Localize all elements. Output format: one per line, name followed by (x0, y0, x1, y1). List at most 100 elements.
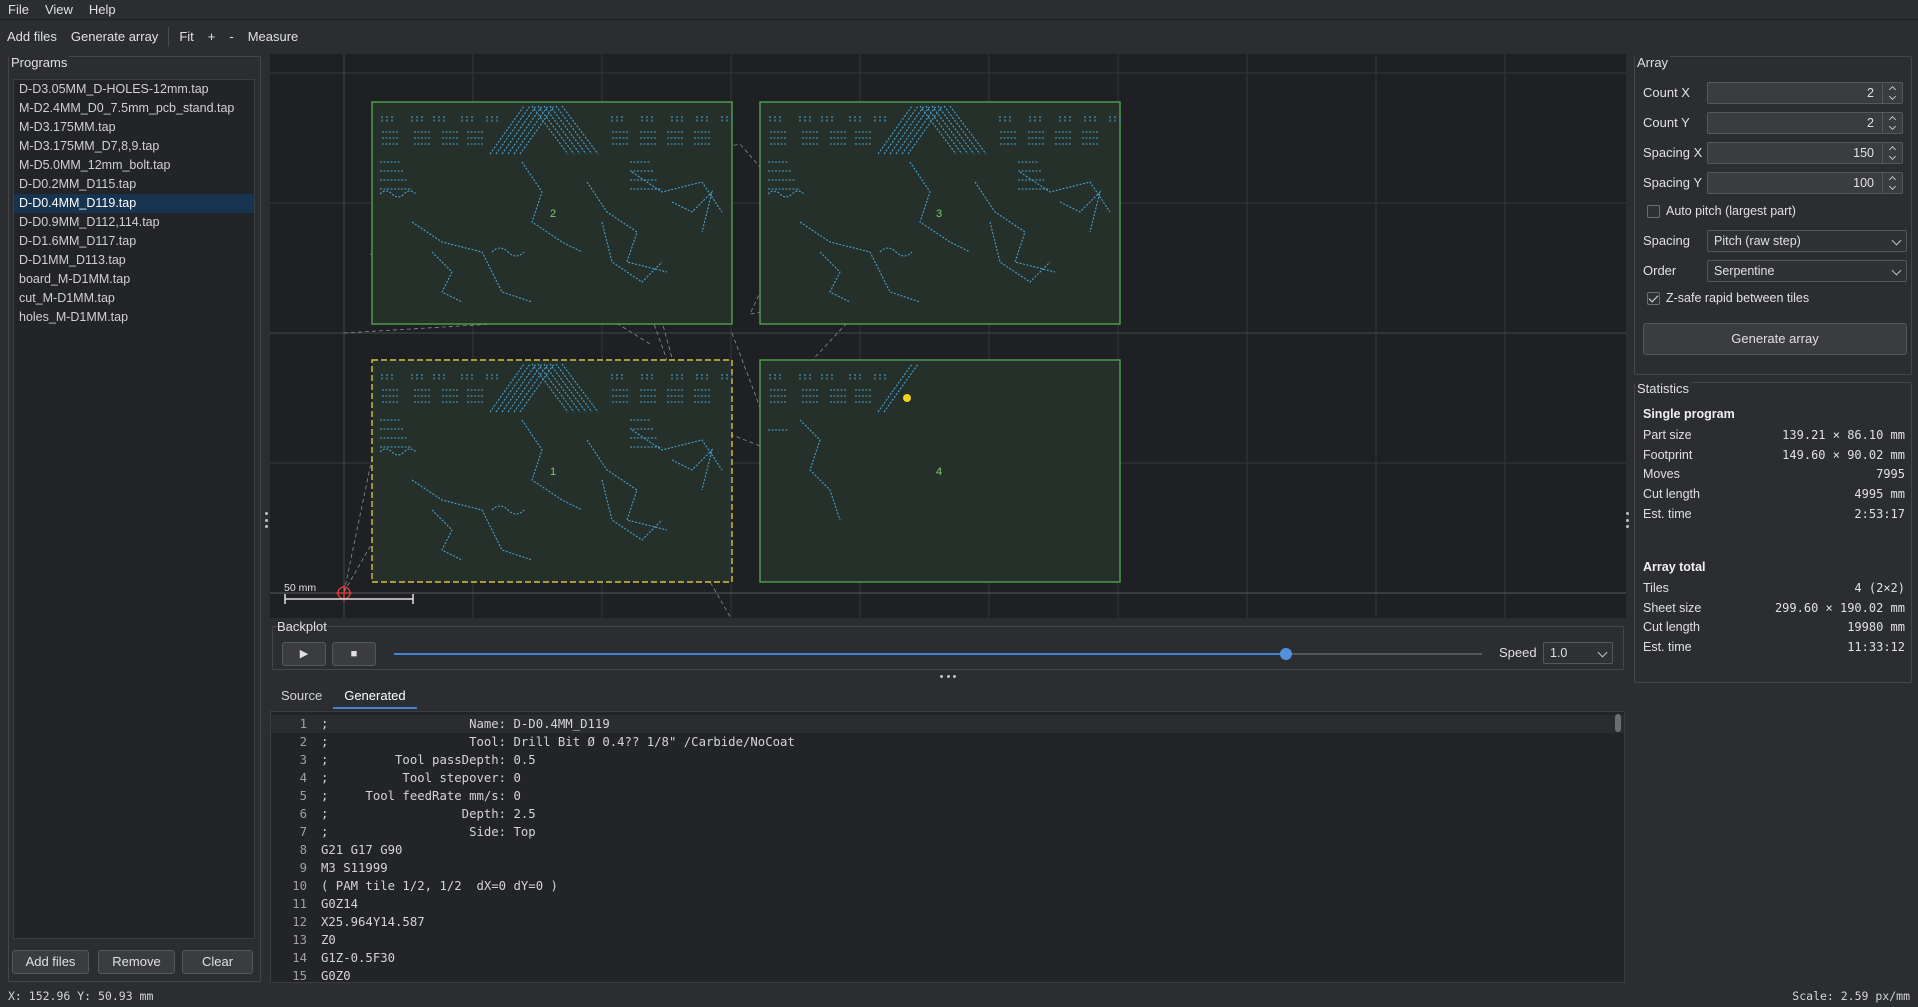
program-list-item[interactable]: D-D0.4MM_D119.tap (14, 194, 254, 213)
scale-bar-label: 50 mm (284, 582, 316, 594)
stat-value: 7995 (1876, 467, 1905, 482)
program-list-item[interactable]: D-D0.9MM_D112,114.tap (14, 213, 254, 232)
code-line: 7 ; Side: Top (271, 823, 1624, 841)
stat-value: 11:33:12 (1847, 640, 1905, 655)
program-list-item[interactable]: D-D3.05MM_D-HOLES-12mm.tap (14, 80, 254, 99)
measure-button[interactable]: Measure (241, 20, 306, 54)
fit-button[interactable]: Fit (172, 20, 200, 54)
spin-arrows-icon[interactable] (1882, 113, 1902, 133)
stop-button[interactable]: ■ (332, 642, 376, 666)
code-text: ; Tool: Drill Bit Ø 0.4?? 1/8" /Carbide/… (321, 735, 795, 749)
line-number: 13 (292, 933, 307, 947)
program-list-item[interactable]: M-D3.175MM.tap (14, 118, 254, 137)
code-text: ; Name: D-D0.4MM_D119 (321, 717, 610, 731)
stat-row: Part size 139.21 × 86.10 mm (1643, 428, 1905, 448)
backplot-slider-fill (394, 653, 1287, 655)
program-list-item[interactable]: D-D1MM_D113.tap (14, 251, 254, 270)
code-line: 12 X25.964Y14.587 (271, 913, 1624, 931)
menu-file[interactable]: File (0, 0, 37, 20)
stat-key: Cut length (1643, 620, 1700, 635)
stat-row: Est. time 11:33:12 (1643, 640, 1905, 660)
tab-generated[interactable]: Generated (333, 683, 417, 709)
array-tile-2: 2 (371, 101, 733, 325)
generate-array-toolbar-button[interactable]: Generate array (64, 20, 165, 54)
speed-select[interactable]: 1.0 (1543, 642, 1613, 664)
program-list-item[interactable]: board_M-D1MM.tap (14, 270, 254, 289)
zoom-in-button[interactable]: + (201, 20, 223, 54)
code-line: 6 ; Depth: 2.5 (271, 805, 1624, 823)
stat-key: Sheet size (1643, 600, 1702, 615)
stat-key: Part size (1643, 428, 1692, 442)
spacing-x-label: Spacing X (1643, 145, 1703, 160)
line-number: 12 (292, 915, 307, 929)
line-number: 3 (299, 753, 307, 767)
code-text: ( PAM tile 1/2, 1/2 dX=0 dY=0 ) (321, 879, 558, 893)
count-x-value: 2 (1867, 86, 1874, 100)
spacing-y-spinbox[interactable]: 100 (1707, 172, 1903, 194)
program-list-item[interactable]: holes_M-D1MM.tap (14, 308, 254, 327)
code-text: ; Tool stepover: 0 (321, 771, 521, 785)
program-list-item[interactable]: M-D5.0MM_12mm_bolt.tap (14, 156, 254, 175)
spin-arrows-icon[interactable] (1882, 173, 1902, 193)
viewport-canvas[interactable]: 2 3 1 4 50 mm (270, 54, 1626, 618)
editor-scrollbar[interactable] (1615, 714, 1621, 732)
menu-view[interactable]: View (37, 0, 81, 20)
program-list-item[interactable]: cut_M-D1MM.tap (14, 289, 254, 308)
line-number: 2 (299, 735, 307, 749)
code-text: ; Tool feedRate mm/s: 0 (321, 789, 521, 803)
menu-help[interactable]: Help (81, 0, 124, 20)
stat-key: Footprint (1643, 447, 1693, 462)
auto-pitch-checkbox[interactable] (1647, 205, 1660, 218)
stat-value: 2:53:17 (1854, 506, 1905, 521)
speed-label: Speed (1499, 645, 1537, 660)
left-splitter-handle[interactable] (264, 512, 268, 528)
stat-row: Sheet size 299.60 × 190.02 mm (1643, 601, 1905, 621)
spin-arrows-icon[interactable] (1882, 143, 1902, 163)
count-x-spinbox[interactable]: 2 (1707, 82, 1903, 104)
array-title: Array (1635, 55, 1671, 70)
order-select[interactable]: Serpentine (1707, 260, 1907, 282)
clear-button[interactable]: Clear (182, 950, 253, 974)
z-safe-checkbox[interactable] (1647, 292, 1660, 305)
program-list-item[interactable]: M-D2.4MM_D0_7.5mm_pcb_stand.tap (14, 99, 254, 118)
statistics-panel: Statistics Single program Part size 139.2… (1634, 381, 1912, 683)
statistics-title: Statistics (1635, 381, 1692, 396)
stat-key: Est. time (1643, 640, 1692, 655)
play-button[interactable]: ▶ (282, 642, 326, 666)
count-y-spinbox[interactable]: 2 (1707, 112, 1903, 134)
program-list-item[interactable]: M-D3.175MM_D7,8,9.tap (14, 137, 254, 156)
line-number: 8 (299, 843, 307, 857)
toolpath-viewport[interactable]: 2 3 1 4 50 mm (270, 54, 1626, 618)
program-list-item[interactable]: D-D1.6MM_D117.tap (14, 232, 254, 251)
tile-label-2: 2 (550, 208, 556, 220)
zoom-out-button[interactable]: - (222, 20, 240, 54)
count-y-value: 2 (1867, 116, 1874, 130)
spin-arrows-icon[interactable] (1882, 83, 1902, 103)
tab-source[interactable]: Source (270, 683, 333, 709)
array-tile-1-active: 1 (371, 359, 733, 583)
speed-value: 1.0 (1550, 646, 1568, 660)
spacing-y-label: Spacing Y (1643, 175, 1703, 190)
stat-row: Footprint 149.60 × 90.02 mm (1643, 448, 1905, 468)
stat-row: Cut length 19980 mm (1643, 620, 1905, 640)
spacing-mode-select[interactable]: Pitch (raw step) (1707, 230, 1907, 252)
code-line: 5 ; Tool feedRate mm/s: 0 (271, 787, 1624, 805)
code-line: 10 ( PAM tile 1/2, 1/2 dX=0 dY=0 ) (271, 877, 1624, 895)
code-text: G0Z0 (321, 969, 351, 983)
program-list-item[interactable]: D-D0.2MM_D115.tap (14, 175, 254, 194)
order-value: Serpentine (1714, 264, 1775, 278)
add-files-button[interactable]: Add files (12, 950, 89, 974)
spacing-x-spinbox[interactable]: 150 (1707, 142, 1903, 164)
gcode-editor[interactable]: 1 ; Name: D-D0.4MM_D119 2 ; Tool: Drill Bit… (270, 711, 1625, 983)
right-splitter-handle[interactable] (1625, 512, 1629, 528)
bottom-splitter-handle[interactable] (940, 675, 956, 679)
program-list[interactable]: D-D3.05MM_D-HOLES-12mm.tap M-D2.4MM_D0_7.… (13, 79, 255, 939)
stat-key: Est. time (1643, 506, 1692, 521)
code-text: G1Z-0.5F30 (321, 951, 396, 965)
add-files-toolbar-button[interactable]: Add files (0, 20, 64, 54)
stat-row: Moves 7995 (1643, 467, 1905, 487)
cursor-coordinates: X: 152.96 Y: 50.93 mm (8, 989, 154, 1003)
remove-button[interactable]: Remove (98, 950, 175, 974)
generate-array-button[interactable]: Generate array (1643, 323, 1907, 355)
code-text: X25.964Y14.587 (321, 915, 425, 929)
